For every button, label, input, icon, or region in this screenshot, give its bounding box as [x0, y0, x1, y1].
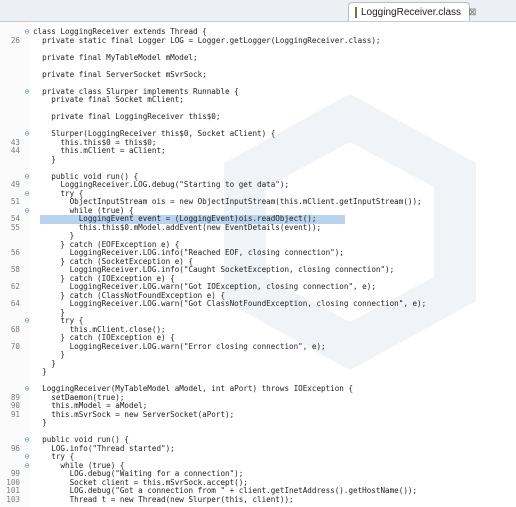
code-text: } [33, 154, 56, 164]
editor-tab-bar: LoggingReceiver.class ⊠ [0, 0, 516, 22]
tab-logging-receiver-class[interactable]: LoggingReceiver.class ⊠ [348, 2, 476, 21]
line-number: 96 [10, 443, 20, 453]
line-number: 70 [10, 341, 20, 351]
code-text: } [33, 418, 47, 427]
code-line[interactable]: private final ServerSocket mSvrSock; [0, 69, 516, 80]
code-text: this.this$0.mModel.addEvent(new EventDet… [33, 222, 322, 232]
code-text: private final MyTableModel mModel; [33, 52, 198, 62]
fold-toggle-icon[interactable]: ⊖ [23, 206, 31, 216]
code-line[interactable]: 26 private static final Logger LOG = Log… [0, 35, 516, 46]
code-line[interactable]: private final LoggingReceiver this$0; [0, 112, 516, 122]
code-line[interactable]: 64 LoggingReceiver.LOG.warn("Got ClassNo… [0, 299, 516, 309]
line-number: 51 [10, 197, 20, 206]
line-number: 103 [6, 494, 20, 504]
tab-title: LoggingReceiver.class [361, 6, 462, 18]
code-line[interactable]: } [0, 367, 516, 377]
line-number: 56 [10, 248, 20, 257]
code-text: LoggingReceiver.LOG.warn("Got ClassNotFo… [33, 299, 427, 308]
fold-toggle-icon[interactable]: ⊖ [23, 435, 31, 445]
code-text: private final ServerSocket mSvrSock; [33, 69, 207, 79]
fold-toggle-icon[interactable]: ⊖ [23, 87, 31, 97]
code-line[interactable]: 103 Thread t = new Thread(new Slurper(th… [0, 494, 516, 505]
code-editor[interactable]: ⊖ class LoggingReceiver extends Thread {2… [0, 22, 516, 507]
fold-toggle-icon[interactable]: ⊖ [23, 316, 31, 326]
code-text: } [33, 367, 47, 376]
line-number: 62 [10, 282, 20, 291]
code-line[interactable]: 91 this.mSvrSock = new ServerSocket(aPor… [0, 409, 516, 420]
line-number: 68 [10, 324, 20, 334]
code-line[interactable]: private final MyTableModel mModel; [0, 52, 516, 63]
code-line[interactable]: 55 this.this$0.mModel.addEvent(new Event… [0, 222, 516, 233]
fold-toggle-icon[interactable]: ⊖ [23, 461, 31, 471]
line-number: 26 [10, 35, 20, 45]
class-file-icon [355, 6, 357, 18]
line-number: 58 [10, 265, 20, 274]
code-line[interactable]: } [0, 359, 516, 369]
fold-toggle-icon[interactable]: ⊖ [23, 27, 31, 37]
fold-toggle-icon[interactable]: ⊖ [23, 384, 31, 394]
code-text: private static final Logger LOG = Logger… [33, 35, 381, 45]
code-line[interactable]: private final Socket mClient; [0, 95, 516, 105]
line-number: 64 [10, 299, 20, 308]
line-number: 44 [10, 146, 20, 155]
code-line[interactable]: } [0, 154, 516, 165]
close-icon[interactable]: ⊠ [468, 7, 476, 18]
code-text: this.mSvrSock = new ServerSocket(aPort); [33, 409, 235, 419]
code-line[interactable]: } [0, 350, 516, 360]
line-number: 55 [10, 222, 20, 232]
code-text: private final Socket mClient; [33, 95, 184, 104]
line-number: 91 [10, 409, 20, 419]
code-line[interactable]: 70 LoggingReceiver.LOG.warn("Error closi… [0, 341, 516, 352]
code-text: private final LoggingReceiver this$0; [33, 112, 221, 121]
code-text: LoggingReceiver.LOG.warn("Error closing … [33, 341, 326, 351]
line-number: 49 [10, 180, 20, 189]
fold-toggle-icon[interactable]: ⊖ [23, 129, 31, 139]
code-line[interactable]: 44 this.mClient = aClient; [0, 146, 516, 156]
fold-toggle-icon[interactable]: ⊖ [23, 172, 31, 182]
fold-toggle-icon[interactable]: ⊖ [23, 189, 31, 199]
code-line[interactable]: 96 LOG.info("Thread started"); [0, 443, 516, 454]
code-line[interactable]: } [0, 418, 516, 428]
code-text: Thread t = new Thread(new Slurper(this, … [33, 494, 294, 504]
